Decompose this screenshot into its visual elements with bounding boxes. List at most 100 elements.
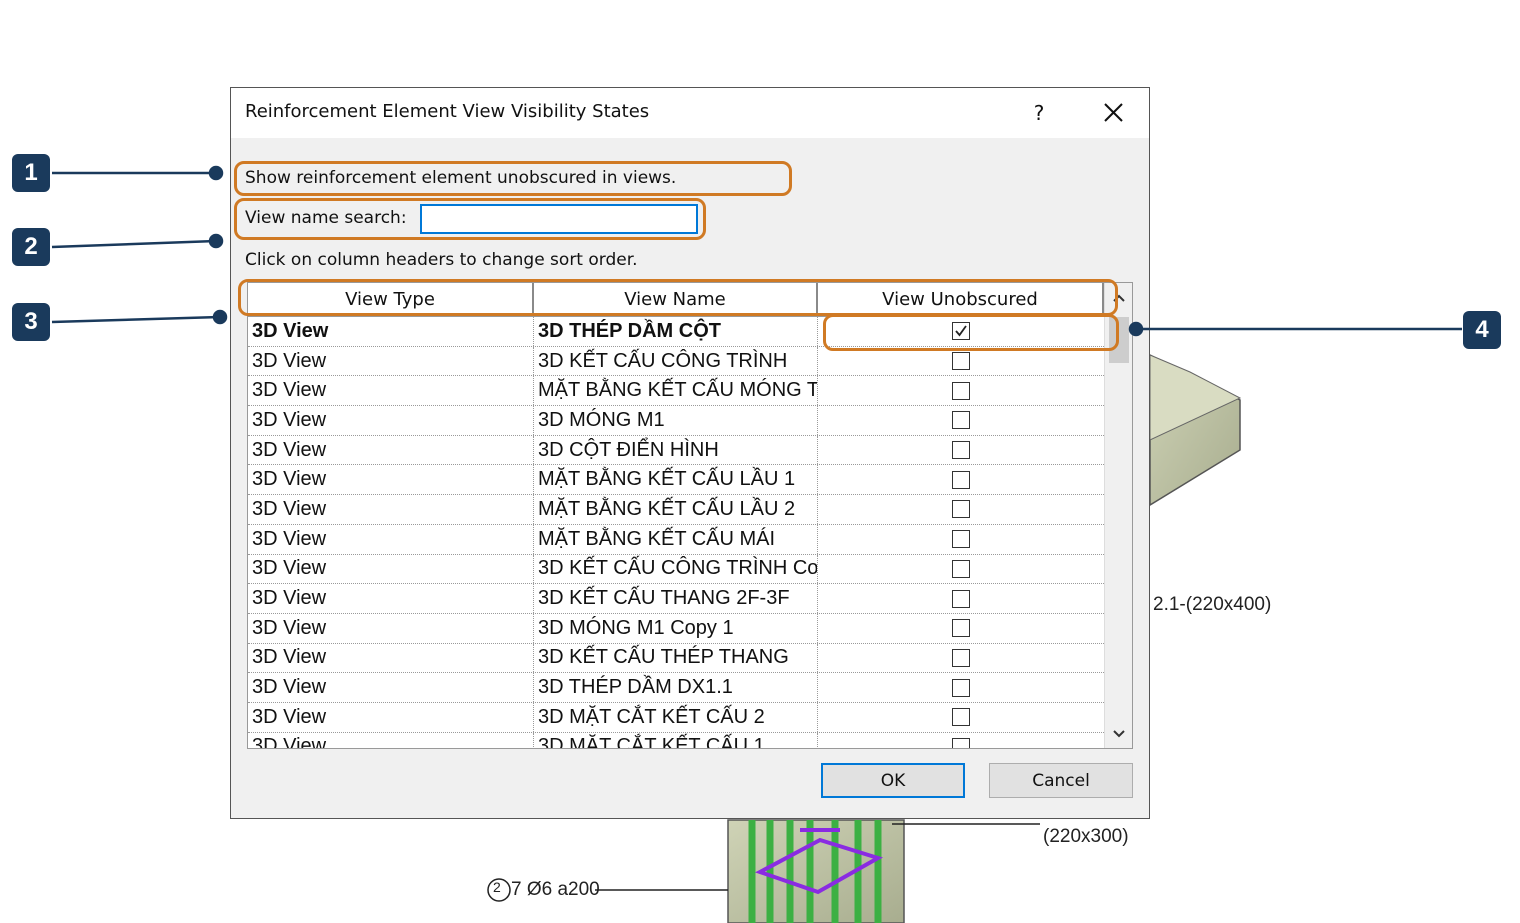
view-type-cell: 3D View	[248, 702, 534, 732]
table-row[interactable]: 3D View 3D CỘT ĐIỂN HÌNH	[248, 435, 1104, 466]
view-type-cell: 3D View	[248, 495, 534, 524]
view-unobscured-checkbox[interactable]	[952, 619, 970, 638]
view-unobscured-checkbox[interactable]	[952, 678, 970, 697]
view-name-cell: 3D MÓNG M1 Copy 1	[534, 613, 818, 643]
table-row[interactable]: 3D View 3D MÓNG M1 Copy 1	[248, 613, 1104, 644]
callout-badge-4: 4	[1463, 311, 1501, 349]
view-type-cell: 3D View	[248, 346, 534, 376]
view-name-cell: MẶT BẰNG KẾT CẤU MÓNG TR	[534, 376, 818, 406]
sort-hint-text: Click on column headers to change sort o…	[245, 250, 638, 270]
column-header-view-type[interactable]: View Type	[248, 283, 534, 316]
view-unobscured-cell	[818, 317, 1104, 346]
view-type-cell: 3D View	[248, 435, 534, 465]
view-type-cell: 3D View	[248, 524, 534, 554]
beam-dimension-label: 2.1-(220x400)	[1153, 594, 1272, 615]
view-unobscured-checkbox[interactable]	[952, 530, 970, 549]
table-row[interactable]: 3D View MẶT BẰNG KẾT CẤU MÓNG TR	[248, 376, 1104, 407]
view-unobscured-cell	[818, 406, 1104, 435]
callout-badge-2: 2	[12, 228, 50, 266]
search-label: View name search:	[245, 208, 407, 228]
vertical-scrollbar[interactable]	[1104, 283, 1132, 748]
cancel-button[interactable]: Cancel	[989, 763, 1133, 798]
scroll-down-button[interactable]	[1105, 720, 1132, 748]
view-unobscured-checkbox[interactable]	[952, 381, 970, 400]
view-name-cell: 3D MẶT CẮT KẾT CẤU 1	[534, 732, 818, 748]
dialog-title: Reinforcement Element View Visibility St…	[245, 101, 650, 122]
table-row[interactable]: 3D View MẶT BẰNG KẾT CẤU MÁI	[248, 524, 1104, 555]
table-row[interactable]: 3D View 3D MÓNG M1	[248, 406, 1104, 436]
view-unobscured-cell	[818, 465, 1104, 494]
help-button[interactable]: ?	[1021, 96, 1057, 130]
view-name-cell: MẶT BẰNG KẾT CẤU LẦU 2	[534, 495, 818, 524]
view-type-cell: 3D View	[248, 465, 534, 495]
view-type-cell: 3D View	[248, 376, 534, 406]
view-type-cell: 3D View	[248, 732, 534, 748]
view-name-cell: 3D KẾT CẤU THANG 2F-3F	[534, 584, 818, 613]
table-row[interactable]: 3D View MẶT BẰNG KẾT CẤU LẦU 2	[248, 495, 1104, 525]
column-dimension-label: (220x300)	[1043, 826, 1129, 847]
table-body: 3D View 3D THÉP DẦM CỘT 3D View 3D KẾT CẤU …	[248, 317, 1104, 748]
view-unobscured-checkbox[interactable]	[952, 708, 970, 727]
view-unobscured-checkbox[interactable]	[952, 648, 970, 667]
view-unobscured-checkbox[interactable]	[952, 322, 970, 341]
scroll-up-button[interactable]	[1105, 283, 1132, 313]
view-unobscured-cell	[818, 673, 1104, 702]
view-type-cell: 3D View	[248, 584, 534, 613]
view-unobscured-checkbox[interactable]	[952, 411, 970, 430]
column-header-view-unobscured[interactable]: View Unobscured	[818, 283, 1104, 316]
callout-badge-1: 1	[12, 154, 50, 192]
ok-button[interactable]: OK	[821, 763, 965, 798]
table-row[interactable]: 3D View 3D THÉP DẦM CỘT	[248, 317, 1104, 347]
view-unobscured-cell	[818, 733, 1104, 748]
view-type-cell: 3D View	[248, 554, 534, 584]
close-icon	[1104, 103, 1123, 122]
column-header-view-name[interactable]: View Name	[534, 283, 818, 316]
close-button[interactable]	[1095, 96, 1131, 130]
view-unobscured-checkbox[interactable]	[952, 500, 970, 519]
view-name-cell: 3D THÉP DẦM CỘT	[534, 317, 818, 346]
view-name-cell: 3D KẾT CẤU CÔNG TRÌNH Copy	[534, 554, 818, 584]
view-name-cell: MẶT BẰNG KẾT CẤU MÁI	[534, 524, 818, 554]
checkmark-icon	[955, 325, 967, 337]
description-text: Show reinforcement element unobscured in…	[245, 168, 677, 188]
view-type-cell: 3D View	[248, 643, 534, 673]
table-row[interactable]: 3D View MẶT BẰNG KẾT CẤU LẦU 1	[248, 465, 1104, 496]
view-unobscured-checkbox[interactable]	[952, 737, 970, 748]
view-name-cell: 3D CỘT ĐIỂN HÌNH	[534, 435, 818, 465]
view-unobscured-cell	[818, 555, 1104, 584]
view-name-cell: 3D THÉP DẦM DX1.1	[534, 673, 818, 702]
view-unobscured-checkbox[interactable]	[952, 441, 970, 460]
view-name-cell: 3D MẶT CẮT KẾT CẤU 2	[534, 702, 818, 732]
table-row[interactable]: 3D View 3D MẶT CẮT KẾT CẤU 1	[248, 732, 1104, 748]
table-row[interactable]: 3D View 3D MẶT CẮT KẾT CẤU 2	[248, 702, 1104, 733]
view-unobscured-cell	[818, 376, 1104, 405]
view-unobscured-cell	[818, 525, 1104, 554]
table-row[interactable]: 3D View 3D KẾT CẤU THÉP THANG	[248, 643, 1104, 674]
view-name-cell: MẶT BẰNG KẾT CẤU LẦU 1	[534, 465, 818, 495]
view-unobscured-checkbox[interactable]	[952, 559, 970, 578]
chevron-down-icon	[1113, 730, 1125, 738]
table-header: View Type View Name View Unobscured	[248, 283, 1104, 317]
table-row[interactable]: 3D View 3D THÉP DẦM DX1.1	[248, 673, 1104, 703]
view-name-cell: 3D MÓNG M1	[534, 406, 818, 435]
view-unobscured-cell	[818, 584, 1104, 613]
views-table: View Type View Name View Unobscured 3D V…	[247, 282, 1133, 749]
view-unobscured-cell	[818, 495, 1104, 524]
view-unobscured-checkbox[interactable]	[952, 470, 970, 489]
view-unobscured-cell	[818, 614, 1104, 643]
view-unobscured-cell	[818, 436, 1104, 465]
view-type-cell: 3D View	[248, 613, 534, 643]
table-row[interactable]: 3D View 3D KẾT CẤU CÔNG TRÌNH	[248, 346, 1104, 377]
view-unobscured-checkbox[interactable]	[952, 589, 970, 608]
dialog-titlebar: Reinforcement Element View Visibility St…	[231, 88, 1149, 138]
visibility-states-dialog: Reinforcement Element View Visibility St…	[230, 87, 1150, 819]
view-unobscured-checkbox[interactable]	[952, 352, 970, 371]
rebar-tag-number: 2	[493, 879, 501, 895]
callout-badge-3: 3	[12, 303, 50, 341]
view-name-search-input[interactable]	[420, 204, 698, 234]
scroll-thumb[interactable]	[1109, 317, 1129, 363]
table-row[interactable]: 3D View 3D KẾT CẤU THANG 2F-3F	[248, 584, 1104, 614]
view-name-cell: 3D KẾT CẤU CÔNG TRÌNH	[534, 346, 818, 376]
view-unobscured-cell	[818, 703, 1104, 732]
table-row[interactable]: 3D View 3D KẾT CẤU CÔNG TRÌNH Copy	[248, 554, 1104, 585]
